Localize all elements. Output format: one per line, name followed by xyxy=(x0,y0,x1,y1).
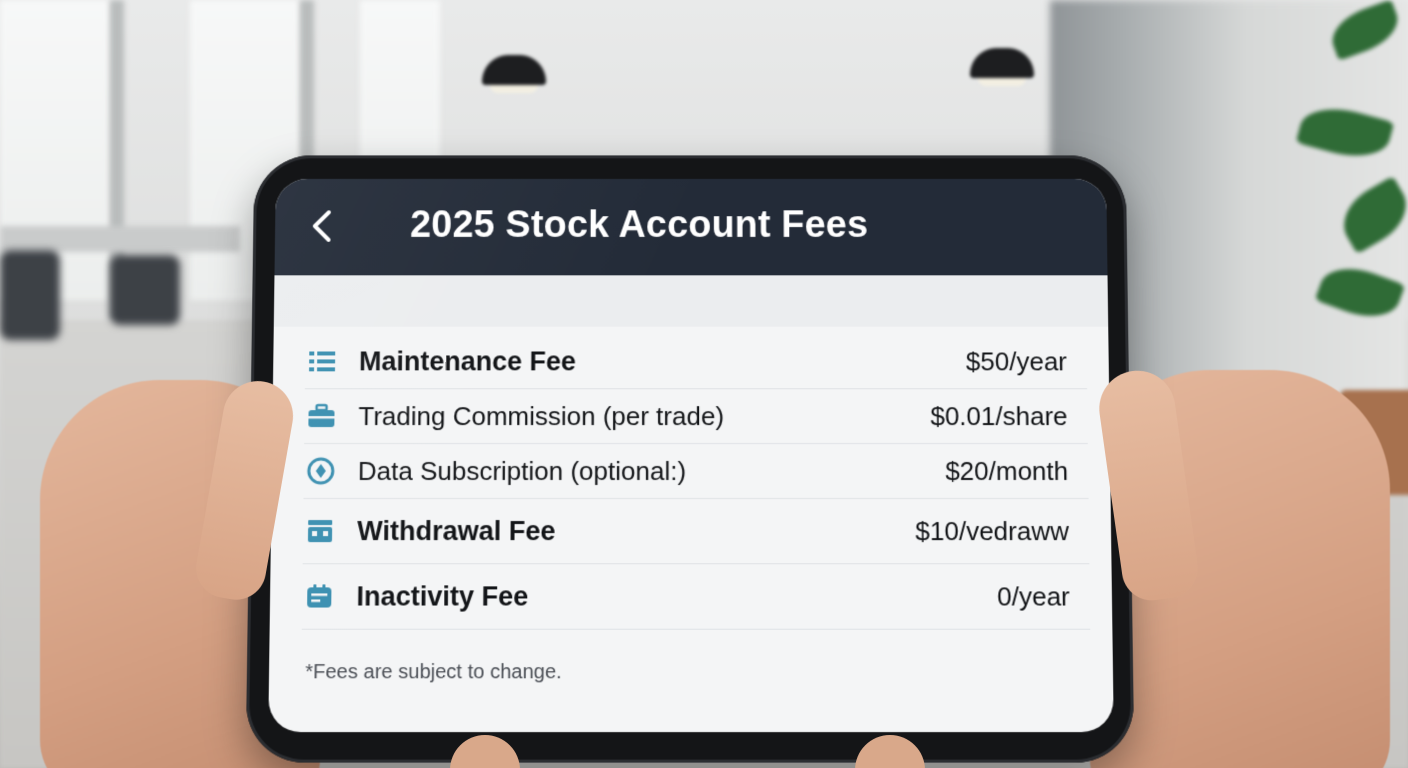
fee-value: $20/month xyxy=(945,455,1069,486)
fee-row-maintenance: Maintenance Fee $50/year xyxy=(304,334,1088,390)
fees-disclaimer: *Fees are subject to change. xyxy=(305,661,562,684)
back-button[interactable] xyxy=(299,202,347,249)
fee-value: $50/year xyxy=(965,346,1068,376)
fee-value: $10/vedraww xyxy=(915,515,1070,546)
tablet-device: 2025 Stock Account Fees Maintenance Fee … xyxy=(245,155,1135,763)
ceiling-lamp xyxy=(970,48,1034,86)
ceiling-lamp xyxy=(482,55,546,93)
fee-label: Maintenance Fee xyxy=(358,346,576,376)
chevron-left-icon xyxy=(299,237,347,254)
background-table xyxy=(0,226,240,252)
data-circle-icon xyxy=(306,456,336,486)
header-spacer-band xyxy=(273,275,1109,327)
fee-row-trading-commission: Trading Commission (per trade) $0.01/sha… xyxy=(304,389,1088,445)
page-title: 2025 Stock Account Fees xyxy=(409,204,869,246)
app-header: 2025 Stock Account Fees xyxy=(274,178,1108,276)
fee-label: Trading Commission (per trade) xyxy=(358,400,725,431)
photo-scene: 2025 Stock Account Fees Maintenance Fee … xyxy=(0,0,1408,768)
fee-label: Inactivity Fee xyxy=(356,580,529,612)
fee-row-data-subscription: Data Subscription (optional:) $20/month xyxy=(303,444,1089,500)
fee-label: Withdrawal Fee xyxy=(357,515,556,546)
app-screen: 2025 Stock Account Fees Maintenance Fee … xyxy=(268,178,1114,733)
background-chair xyxy=(0,250,60,340)
bank-icon xyxy=(305,516,335,546)
fee-label: Data Subscription (optional:) xyxy=(357,455,687,486)
calendar-icon xyxy=(304,581,335,611)
fee-value: $0.01/share xyxy=(930,400,1068,431)
fee-value: 0/year xyxy=(996,580,1070,612)
fee-list: Maintenance Fee $50/year Trading Commiss… xyxy=(301,334,1091,630)
fee-row-withdrawal: Withdrawal Fee $10/vedraww xyxy=(302,499,1090,565)
briefcase-icon xyxy=(306,401,336,431)
list-icon xyxy=(307,347,337,377)
fee-row-inactivity: Inactivity Fee 0/year xyxy=(301,564,1091,630)
background-chair xyxy=(110,255,180,325)
